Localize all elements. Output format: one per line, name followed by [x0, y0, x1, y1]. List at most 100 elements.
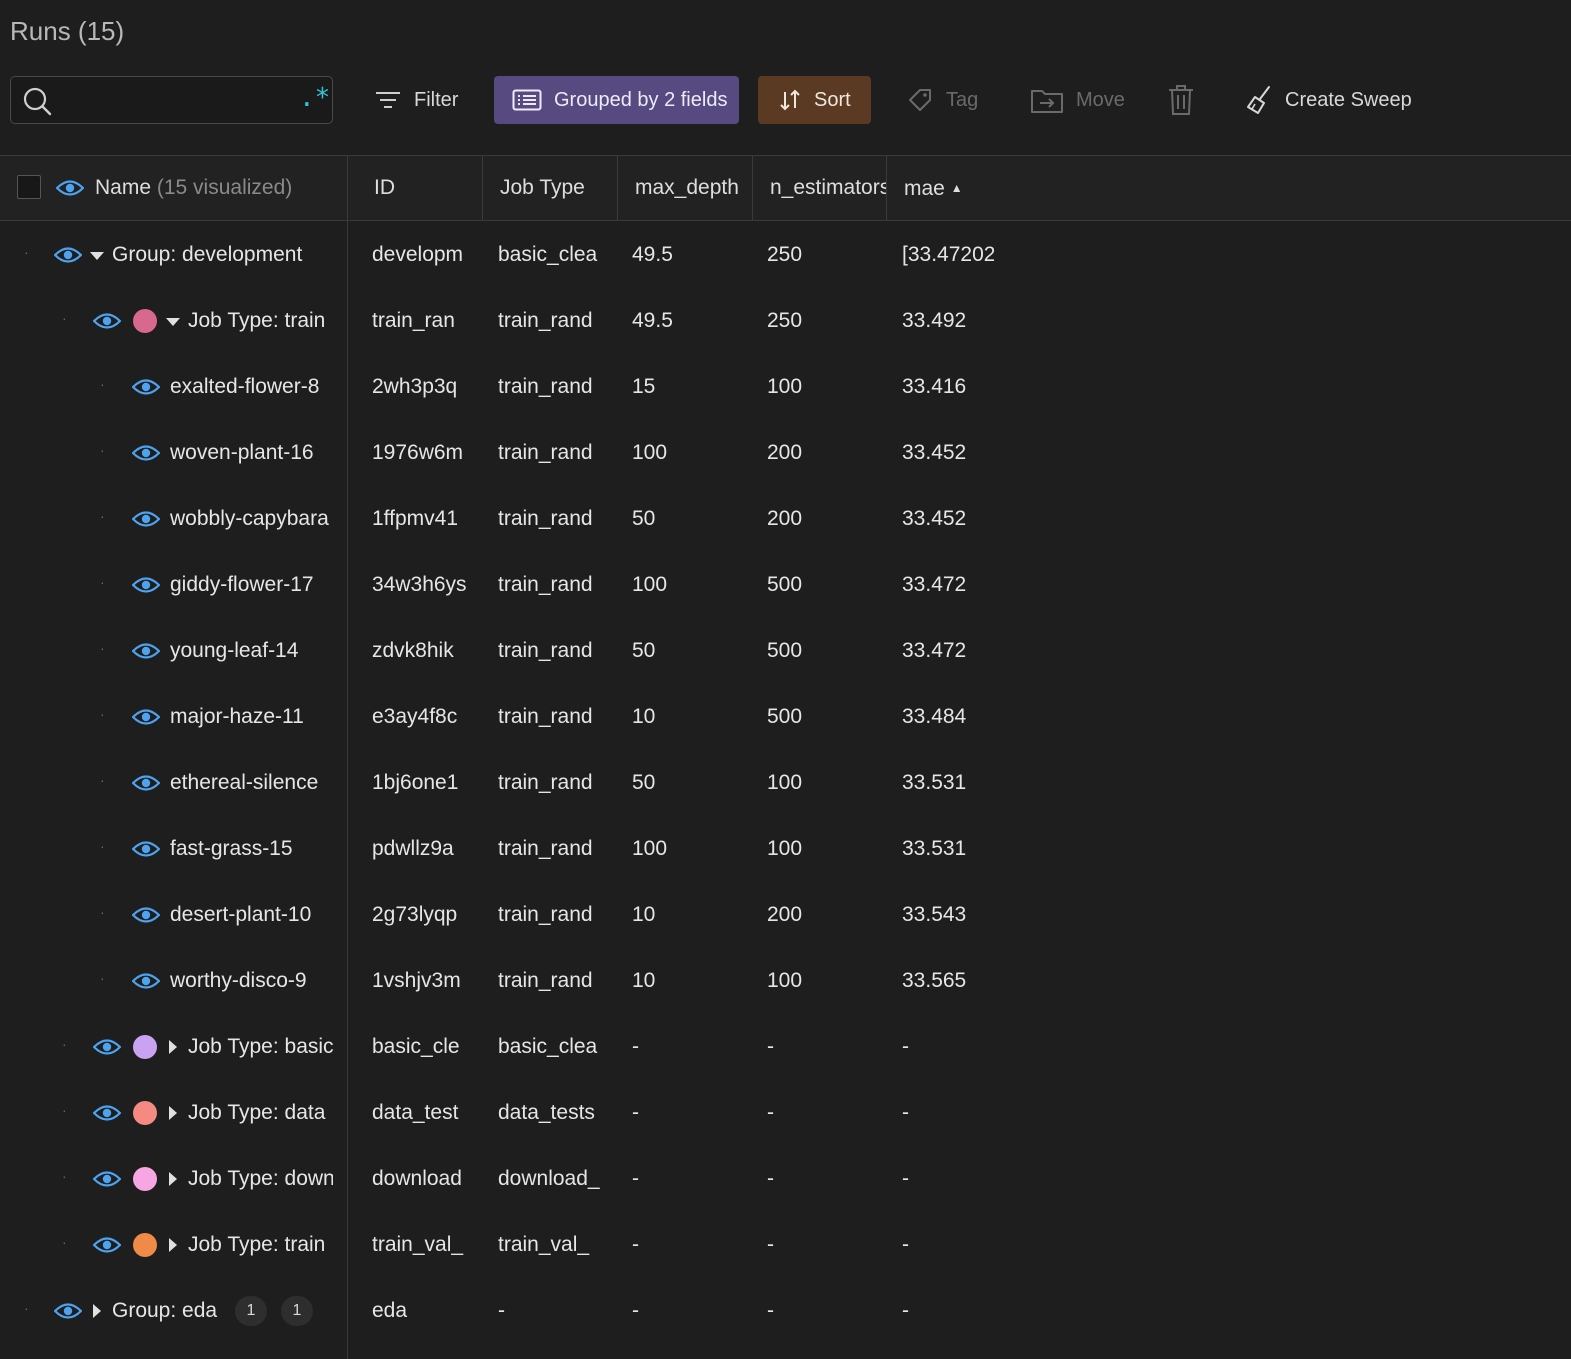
eye-icon[interactable]: [93, 1037, 121, 1057]
sort-ascending-icon: ▲: [950, 181, 963, 195]
caret-right-icon[interactable]: [169, 1238, 177, 1252]
cell-id: train_ran: [372, 309, 455, 332]
run-name[interactable]: ethereal-silence: [170, 750, 333, 816]
group-row[interactable]: · Group: development developm basic_clea 49.…: [0, 222, 1571, 288]
table-row[interactable]: · giddy-flower-17 34w3h6ys train_rand 100 500…: [0, 552, 1571, 618]
cell-id: download: [372, 1167, 462, 1190]
cell-n-estimators: 500: [767, 639, 803, 662]
run-name[interactable]: desert-plant-10: [170, 882, 333, 948]
eye-icon[interactable]: [132, 443, 160, 463]
cell-id: data_test: [372, 1101, 459, 1124]
column-header-job-type[interactable]: Job Type: [500, 156, 618, 220]
column-header-n-estimators[interactable]: n_estimators: [770, 156, 887, 220]
caret-right-icon[interactable]: [169, 1106, 177, 1120]
row-bullet: ·: [24, 244, 29, 260]
caret-right-icon[interactable]: [93, 1304, 101, 1318]
run-name[interactable]: major-haze-11: [170, 684, 333, 750]
table-row[interactable]: · young-leaf-14 zdvk8hik train_rand 50 500 33.…: [0, 618, 1571, 684]
column-header-max-depth[interactable]: max_depth: [635, 156, 753, 220]
column-header-name[interactable]: Name (15 visualized): [95, 156, 345, 220]
cell-job-type: train_rand: [498, 771, 593, 794]
cell-mae: -: [902, 1299, 909, 1322]
eye-icon[interactable]: [132, 905, 160, 925]
move-folder-icon: [1031, 90, 1063, 113]
eye-icon[interactable]: [54, 245, 82, 265]
eye-icon[interactable]: [132, 707, 160, 727]
caret-right-icon[interactable]: [169, 1172, 177, 1186]
table-row[interactable]: · ethereal-silence 1bj6one1 train_rand 50 100…: [0, 750, 1571, 816]
cell-job-type: train_rand: [498, 441, 593, 464]
row-bullet: ·: [100, 838, 105, 854]
sort-button[interactable]: Sort: [758, 76, 871, 124]
cell-job-type: data_tests: [498, 1101, 595, 1124]
eye-icon[interactable]: [132, 509, 160, 529]
group-row[interactable]: · Group: eda 1 1 eda - - - -: [0, 1278, 1571, 1344]
table-row[interactable]: · desert-plant-10 2g73lyqp train_rand 10 200 3…: [0, 882, 1571, 948]
table-row[interactable]: · major-haze-11 e3ay4f8c train_rand 10 500 33.…: [0, 684, 1571, 750]
run-color-swatch[interactable]: [133, 1035, 157, 1059]
cell-mae: -: [902, 1101, 909, 1124]
select-all-checkbox[interactable]: [17, 175, 41, 199]
caret-right-icon[interactable]: [169, 1040, 177, 1054]
subgroup-row[interactable]: · Job Type: train train_val_ train_val_ - - -: [0, 1212, 1571, 1278]
cell-mae: 33.565: [902, 969, 967, 992]
search-input[interactable]: [63, 85, 287, 117]
search-box[interactable]: .*: [10, 76, 333, 124]
column-header-mae[interactable]: mae ▲: [904, 156, 1004, 220]
tag-button[interactable]: Tag: [906, 76, 978, 124]
cell-job-type: download_: [498, 1167, 600, 1190]
delete-button[interactable]: [1166, 76, 1208, 124]
run-name[interactable]: exalted-flower-8: [170, 354, 333, 420]
eye-icon[interactable]: [132, 971, 160, 991]
cell-n-estimators: 500: [767, 573, 803, 596]
row-bullet: ·: [100, 574, 105, 590]
row-bullet: ·: [100, 904, 105, 920]
caret-down-icon[interactable]: [90, 252, 104, 260]
eye-icon[interactable]: [132, 575, 160, 595]
row-bullet: ·: [100, 376, 105, 392]
run-name[interactable]: wobbly-capybara: [170, 486, 333, 552]
cell-job-type: train_rand: [498, 507, 593, 530]
eye-icon[interactable]: [93, 1103, 121, 1123]
eye-icon[interactable]: [93, 1169, 121, 1189]
cell-job-type: basic_clea: [498, 243, 598, 266]
eye-icon[interactable]: [93, 1235, 121, 1255]
eye-icon[interactable]: [93, 311, 121, 331]
group-button[interactable]: Grouped by 2 fields: [494, 76, 739, 124]
subgroup-row[interactable]: · Job Type: basic basic_cle basic_clea - - -: [0, 1014, 1571, 1080]
caret-down-icon[interactable]: [166, 318, 180, 326]
regex-toggle-icon[interactable]: .*: [299, 83, 330, 113]
run-name[interactable]: giddy-flower-17: [170, 552, 333, 618]
eye-icon[interactable]: [56, 178, 84, 198]
run-color-swatch[interactable]: [133, 1233, 157, 1257]
table-row[interactable]: · woven-plant-16 1976w6m train_rand 100 200 33…: [0, 420, 1571, 486]
subgroup-row[interactable]: · Job Type: down download download_ - - -: [0, 1146, 1571, 1212]
table-row[interactable]: · fast-grass-15 pdwllz9a train_rand 100 100 33…: [0, 816, 1571, 882]
cell-mae: 33.472: [902, 573, 967, 596]
run-name[interactable]: worthy-disco-9: [170, 948, 333, 1014]
column-header-id[interactable]: ID: [374, 156, 483, 220]
eye-icon[interactable]: [54, 1301, 82, 1321]
run-color-swatch[interactable]: [133, 1167, 157, 1191]
sort-label: Sort: [814, 88, 851, 111]
filter-button[interactable]: Filter: [370, 76, 462, 124]
cell-job-type: train_rand: [498, 573, 593, 596]
move-button[interactable]: Move: [1030, 76, 1125, 124]
eye-icon[interactable]: [132, 839, 160, 859]
eye-icon[interactable]: [132, 773, 160, 793]
subgroup-row[interactable]: · Job Type: data data_test data_tests - - -: [0, 1080, 1571, 1146]
run-name[interactable]: fast-grass-15: [170, 816, 333, 882]
subgroup-row[interactable]: · Job Type: train train_ran train_rand 49.5 2…: [0, 288, 1571, 354]
run-name[interactable]: woven-plant-16: [170, 420, 333, 486]
run-name[interactable]: young-leaf-14: [170, 618, 333, 684]
eye-icon[interactable]: [132, 641, 160, 661]
mae-header-label: mae: [904, 177, 945, 200]
cell-max-depth: -: [632, 1299, 639, 1322]
run-color-swatch[interactable]: [133, 1101, 157, 1125]
run-color-swatch[interactable]: [133, 309, 157, 333]
create-sweep-button[interactable]: Create Sweep: [1245, 76, 1412, 124]
table-row[interactable]: · worthy-disco-9 1vshjv3m train_rand 10 100 33…: [0, 948, 1571, 1014]
table-row[interactable]: · exalted-flower-8 2wh3p3q train_rand 15 100 3…: [0, 354, 1571, 420]
eye-icon[interactable]: [132, 377, 160, 397]
table-row[interactable]: · wobbly-capybara 1ffpmv41 train_rand 50 200 3…: [0, 486, 1571, 552]
